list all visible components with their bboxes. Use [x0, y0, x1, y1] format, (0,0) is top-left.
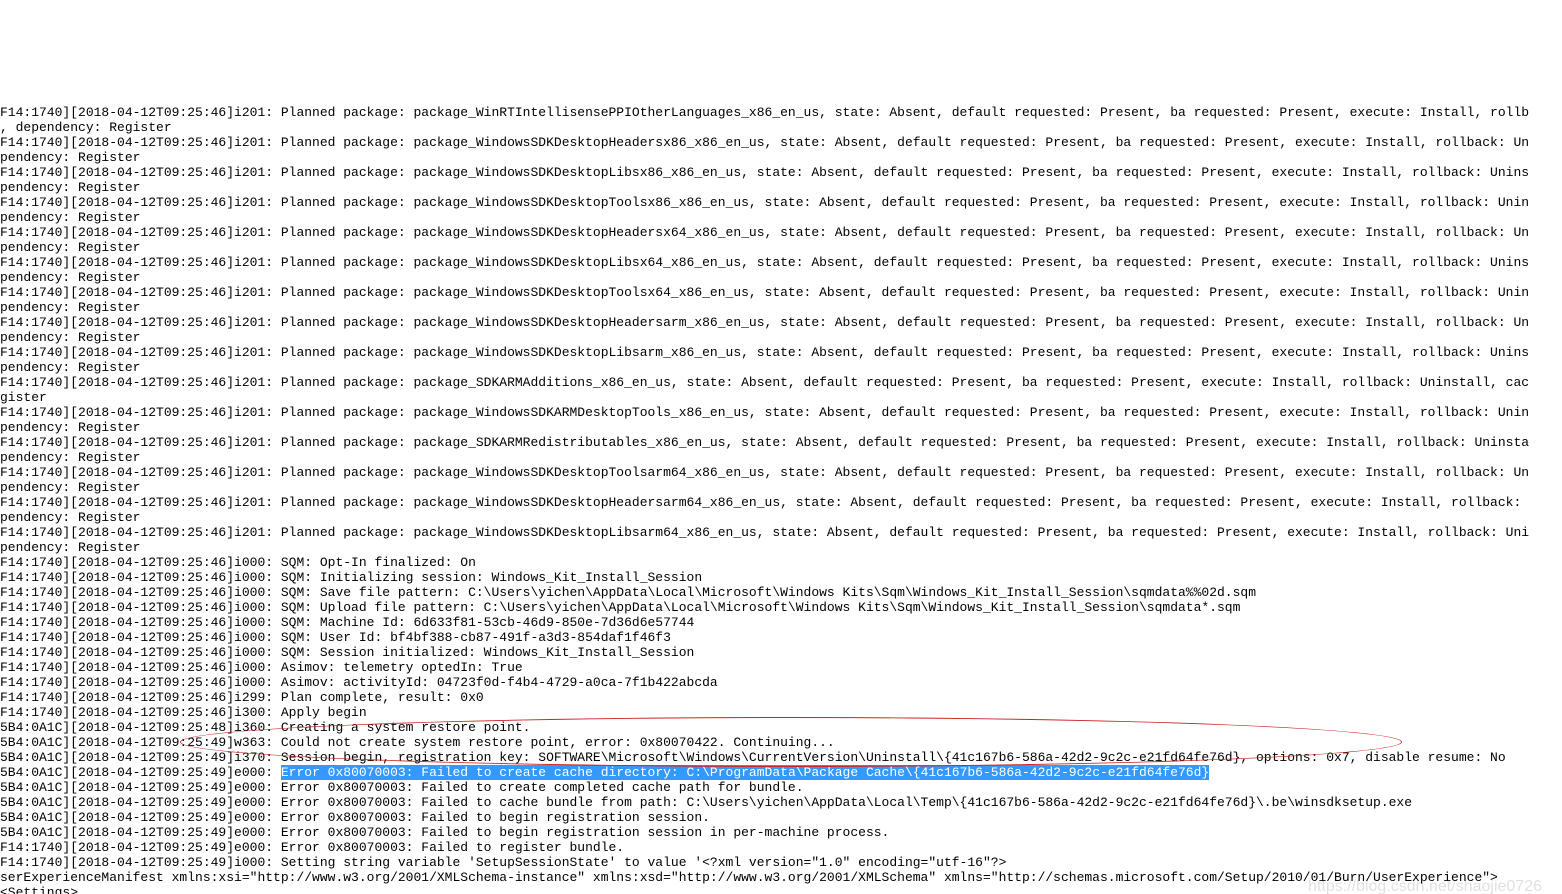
log-line[interactable]: pendency: Register — [0, 420, 1562, 435]
log-line[interactable]: F14:1740][2018-04-12T09:25:49]e000: Erro… — [0, 840, 1562, 855]
log-line[interactable]: F14:1740][2018-04-12T09:25:46]i300: Appl… — [0, 705, 1562, 720]
log-line-prefix[interactable]: 5B4:0A1C][2018-04-12T09:25:49]e000: — [0, 765, 281, 780]
log-line[interactable]: pendency: Register — [0, 510, 1562, 525]
log-line[interactable]: F14:1740][2018-04-12T09:25:46]i201: Plan… — [0, 105, 1562, 120]
log-line[interactable]: F14:1740][2018-04-12T09:25:46]i000: Asim… — [0, 660, 1562, 675]
log-line[interactable]: F14:1740][2018-04-12T09:25:46]i000: SQM:… — [0, 570, 1562, 585]
log-line[interactable]: F14:1740][2018-04-12T09:25:46]i000: SQM:… — [0, 585, 1562, 600]
log-line[interactable]: F14:1740][2018-04-12T09:25:46]i201: Plan… — [0, 135, 1562, 150]
log-line[interactable]: gister — [0, 390, 1562, 405]
log-line[interactable]: pendency: Register — [0, 540, 1562, 555]
log-line[interactable]: F14:1740][2018-04-12T09:25:46]i000: SQM:… — [0, 555, 1562, 570]
log-line[interactable]: pendency: Register — [0, 210, 1562, 225]
log-line[interactable]: pendency: Register — [0, 180, 1562, 195]
log-line[interactable]: F14:1740][2018-04-12T09:25:46]i201: Plan… — [0, 225, 1562, 240]
log-line[interactable]: F14:1740][2018-04-12T09:25:46]i299: Plan… — [0, 690, 1562, 705]
log-line[interactable]: F14:1740][2018-04-12T09:25:46]i201: Plan… — [0, 495, 1562, 510]
log-line[interactable]: pendency: Register — [0, 450, 1562, 465]
log-line[interactable]: F14:1740][2018-04-12T09:25:46]i201: Plan… — [0, 435, 1562, 450]
log-line[interactable]: F14:1740][2018-04-12T09:25:46]i201: Plan… — [0, 345, 1562, 360]
log-lines[interactable]: F14:1740][2018-04-12T09:25:46]i201: Plan… — [0, 105, 1562, 894]
log-line[interactable]: pendency: Register — [0, 240, 1562, 255]
log-line[interactable]: F14:1740][2018-04-12T09:25:46]i000: Asim… — [0, 675, 1562, 690]
log-line[interactable]: F14:1740][2018-04-12T09:25:46]i201: Plan… — [0, 405, 1562, 420]
log-line[interactable]: pendency: Register — [0, 150, 1562, 165]
highlighted-error-text[interactable]: Error 0x80070003: Failed to create cache… — [281, 765, 1209, 780]
log-line[interactable]: F14:1740][2018-04-12T09:25:46]i201: Plan… — [0, 315, 1562, 330]
log-line[interactable]: F14:1740][2018-04-12T09:25:49]i000: Sett… — [0, 855, 1562, 870]
log-line[interactable]: 5B4:0A1C][2018-04-12T09:25:48]i360: Crea… — [0, 720, 1562, 735]
log-viewer[interactable]: F14:1740][2018-04-12T09:25:46]i201: Plan… — [0, 75, 1562, 894]
log-line[interactable]: 5B4:0A1C][2018-04-12T09:25:49]e000: Erro… — [0, 780, 1562, 795]
log-line[interactable]: pendency: Register — [0, 480, 1562, 495]
log-line[interactable]: F14:1740][2018-04-12T09:25:46]i201: Plan… — [0, 525, 1562, 540]
log-line[interactable]: 5B4:0A1C][2018-04-12T09:25:49]e000: Erro… — [0, 825, 1562, 840]
log-line[interactable]: F14:1740][2018-04-12T09:25:46]i000: SQM:… — [0, 615, 1562, 630]
log-line[interactable]: pendency: Register — [0, 270, 1562, 285]
log-line[interactable]: 5B4:0A1C][2018-04-12T09:25:49]e000: Erro… — [0, 765, 1562, 780]
log-line[interactable]: F14:1740][2018-04-12T09:25:46]i201: Plan… — [0, 195, 1562, 210]
log-line[interactable]: pendency: Register — [0, 360, 1562, 375]
log-line[interactable]: F14:1740][2018-04-12T09:25:46]i000: SQM:… — [0, 630, 1562, 645]
log-line[interactable]: F14:1740][2018-04-12T09:25:46]i201: Plan… — [0, 465, 1562, 480]
log-line[interactable]: pendency: Register — [0, 330, 1562, 345]
log-line[interactable]: 5B4:0A1C][2018-04-12T09:25:49]e000: Erro… — [0, 810, 1562, 825]
log-line[interactable]: , dependency: Register — [0, 120, 1562, 135]
log-line[interactable]: 5B4:0A1C][2018-04-12T09:25:49]w363: Coul… — [0, 735, 1562, 750]
log-line[interactable]: F14:1740][2018-04-12T09:25:46]i201: Plan… — [0, 375, 1562, 390]
log-line[interactable]: 5B4:0A1C][2018-04-12T09:25:49]i370: Sess… — [0, 750, 1562, 765]
log-line[interactable]: F14:1740][2018-04-12T09:25:46]i201: Plan… — [0, 255, 1562, 270]
log-line[interactable]: pendency: Register — [0, 300, 1562, 315]
log-line[interactable]: <Settings> — [0, 885, 1562, 894]
log-line[interactable]: 5B4:0A1C][2018-04-12T09:25:49]e000: Erro… — [0, 795, 1562, 810]
log-line[interactable]: F14:1740][2018-04-12T09:25:46]i201: Plan… — [0, 285, 1562, 300]
log-line[interactable]: F14:1740][2018-04-12T09:25:46]i201: Plan… — [0, 165, 1562, 180]
log-line[interactable]: F14:1740][2018-04-12T09:25:46]i000: SQM:… — [0, 645, 1562, 660]
log-line[interactable]: serExperienceManifest xmlns:xsi="http://… — [0, 870, 1562, 885]
log-line[interactable]: F14:1740][2018-04-12T09:25:46]i000: SQM:… — [0, 600, 1562, 615]
